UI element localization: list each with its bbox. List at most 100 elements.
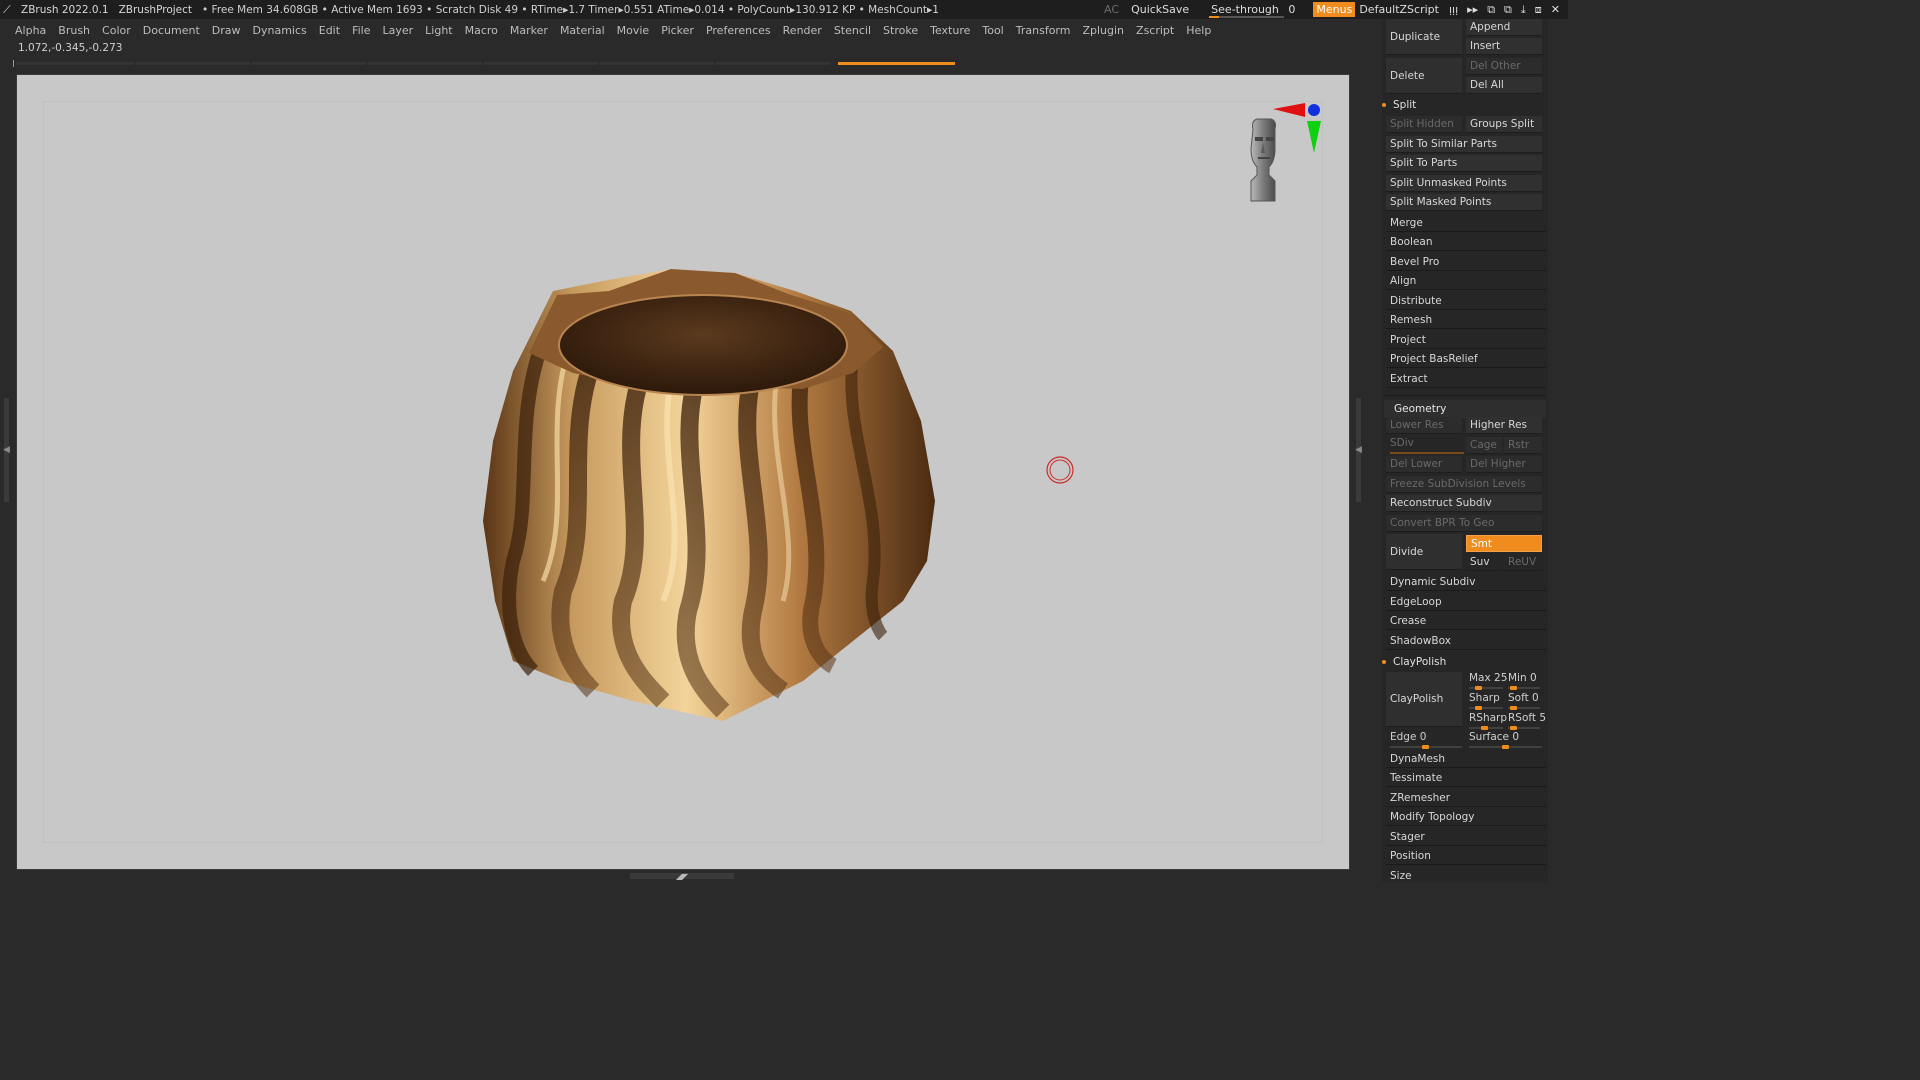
project-button[interactable]: Project [1386,332,1546,349]
menu-movie[interactable]: Movie [611,24,656,37]
modify-topology-button[interactable]: Modify Topology [1386,809,1546,826]
claypolish-button[interactable]: ClayPolish [1386,672,1462,727]
menu-stencil[interactable]: Stencil [828,24,877,37]
divide-button[interactable]: Divide [1386,534,1462,570]
menu-picker[interactable]: Picker [655,24,700,37]
remesh-button[interactable]: Remesh [1386,312,1546,329]
append-button[interactable]: Append [1466,19,1542,36]
split-unmasked-points-button[interactable]: Split Unmasked Points [1386,175,1542,192]
menu-alpha[interactable]: Alpha [9,24,52,37]
merge-button[interactable]: Merge [1386,215,1546,232]
shadowbox-button[interactable]: ShadowBox [1386,633,1546,650]
edge-slider[interactable]: Edge 0 [1390,731,1462,749]
split-to-parts-button[interactable]: Split To Parts [1386,155,1542,172]
insert-button[interactable]: Insert [1466,38,1542,55]
tab-slot-active[interactable] [838,62,955,65]
split-to-similar-parts-button[interactable]: Split To Similar Parts [1386,136,1542,153]
higher-res-button[interactable]: Higher Res [1466,417,1542,434]
min-slider[interactable]: Min 0 [1508,672,1542,690]
menu-brush[interactable]: Brush [52,24,96,37]
menu-material[interactable]: Material [554,24,611,37]
smt-toggle[interactable]: Smt [1466,535,1542,552]
menu-macro[interactable]: Macro [459,24,504,37]
menu-color[interactable]: Color [96,24,137,37]
menu-render[interactable]: Render [777,24,828,37]
menu-dynamics[interactable]: Dynamics [247,24,313,37]
crease-button[interactable]: Crease [1386,613,1546,630]
align-button[interactable]: Align [1386,273,1546,290]
menu-zscript[interactable]: Zscript [1130,24,1180,37]
menu-preferences[interactable]: Preferences [700,24,777,37]
menu-transform[interactable]: Transform [1010,24,1077,37]
menu-marker[interactable]: Marker [504,24,554,37]
menu-edit[interactable]: Edit [313,24,346,37]
rsoft-slider[interactable]: RSoft 5 [1508,712,1546,730]
docking-icon[interactable]: ⧉ [1487,3,1495,17]
freeze-subdivision-levels-button[interactable]: Freeze SubDivision Levels [1386,476,1542,493]
distribute-button[interactable]: Distribute [1386,293,1546,310]
claypolish-section-header[interactable]: ClayPolish [1382,656,1446,668]
soft-slider[interactable]: Soft 0 [1508,692,1542,710]
hotkeys-icon[interactable]: ᴉᴉᴉ [1449,3,1458,17]
menu-stroke[interactable]: Stroke [877,24,924,37]
split-masked-points-button[interactable]: Split Masked Points [1386,194,1542,211]
duplicate-button[interactable]: Duplicate [1386,19,1462,55]
document-canvas[interactable] [16,74,1350,870]
menu-document[interactable]: Document [137,24,206,37]
boolean-button[interactable]: Boolean [1386,234,1546,251]
tab-slot[interactable] [136,62,250,65]
tab-slot[interactable] [16,62,134,65]
close-icon[interactable]: ✕ [1551,3,1560,17]
tab-slot[interactable] [252,62,366,65]
quicksave-button[interactable]: QuickSave [1131,3,1189,16]
del-lower-button[interactable]: Del Lower [1386,456,1462,473]
convert-bpr-to-geo-button[interactable]: Convert BPR To Geo [1386,515,1542,532]
extract-button[interactable]: Extract [1386,371,1546,388]
left-tray-arrow-icon[interactable]: ◀ [3,445,10,455]
menu-layer[interactable]: Layer [376,24,419,37]
right-tray-arrow-icon[interactable]: ◀ [1355,445,1362,455]
suv-toggle[interactable]: Suv [1466,554,1502,571]
layout-icon[interactable]: ▸▸ [1467,3,1478,17]
project-basrelief-button[interactable]: Project BasRelief [1386,351,1546,368]
tab-slot[interactable] [368,62,482,65]
del-other-button[interactable]: Del Other [1466,58,1542,75]
reconstruct-subdiv-button[interactable]: Reconstruct Subdiv [1386,495,1542,512]
3d-model-twisted-vase[interactable] [473,261,943,731]
lower-res-button[interactable]: Lower Res [1386,417,1462,434]
default-zscript-button[interactable]: DefaultZScript [1359,3,1439,16]
restore-icon[interactable]: ⧉ [1504,3,1512,17]
stager-button[interactable]: Stager [1386,829,1546,846]
menu-texture[interactable]: Texture [924,24,976,37]
menu-draw[interactable]: Draw [206,24,247,37]
max-slider[interactable]: Max 25 [1469,672,1507,690]
zremesher-button[interactable]: ZRemesher [1386,790,1546,807]
cage-button[interactable]: Cage [1466,437,1502,454]
menu-light[interactable]: Light [419,24,458,37]
delete-button[interactable]: Delete [1386,58,1462,94]
bottom-tray-handle[interactable]: ◢◤ [630,872,734,881]
split-hidden-button[interactable]: Split Hidden [1386,116,1462,133]
groups-split-button[interactable]: Groups Split [1466,116,1542,133]
minimize-icon[interactable]: ⤓ [1521,3,1526,17]
navigation-gizmo[interactable] [1235,97,1331,207]
del-all-button[interactable]: Del All [1466,77,1542,94]
dynamic-subdiv-button[interactable]: Dynamic Subdiv [1386,574,1546,591]
edgeloop-button[interactable]: EdgeLoop [1386,594,1546,611]
split-section-header[interactable]: Split [1382,99,1416,111]
tab-slot[interactable] [600,62,714,65]
tab-slot[interactable] [716,62,830,65]
menu-tool[interactable]: Tool [976,24,1009,37]
tessimate-button[interactable]: Tessimate [1386,770,1546,787]
rstr-button[interactable]: Rstr [1504,437,1542,454]
sdiv-slider[interactable]: SDiv [1390,437,1464,454]
menu-zplugin[interactable]: Zplugin [1076,24,1130,37]
menu-file[interactable]: File [346,24,376,37]
menu-help[interactable]: Help [1180,24,1217,37]
surface-slider[interactable]: Surface 0 [1469,731,1542,749]
tab-slot[interactable] [484,62,598,65]
geometry-section-header[interactable]: Geometry [1384,400,1546,418]
rsharp-slider[interactable]: RSharp [1469,712,1507,730]
bottom-tray-arrow-icon[interactable]: ◢◤ [676,872,688,881]
maximize-icon[interactable]: ⧈ [1535,3,1542,17]
